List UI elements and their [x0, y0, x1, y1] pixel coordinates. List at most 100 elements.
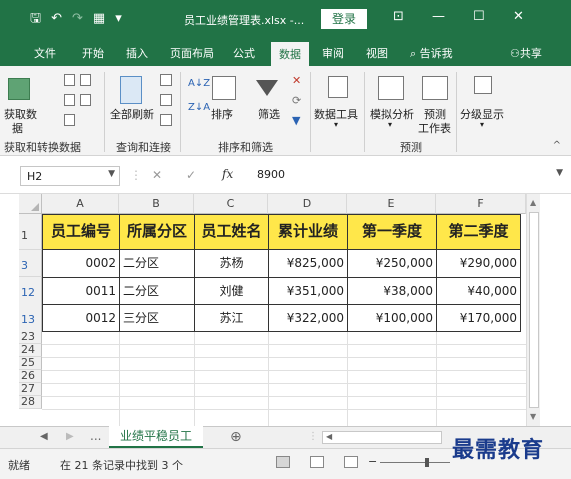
horizontal-scrollbar[interactable]: ◀ — [322, 431, 442, 444]
column-header-f[interactable]: F — [436, 194, 526, 214]
undo-icon[interactable]: ↶ — [51, 12, 62, 25]
chevron-down-icon[interactable]: ▾ — [388, 120, 392, 129]
row-header[interactable]: 3 — [19, 250, 42, 277]
zoom-out-icon[interactable]: − — [368, 455, 377, 468]
scrollbar-thumb[interactable] — [529, 212, 539, 408]
select-all-button[interactable] — [19, 194, 42, 214]
row-header-1[interactable]: 1 — [19, 214, 42, 250]
sheet-tab-active[interactable]: 业绩平稳员工 — [109, 426, 203, 448]
close-button[interactable]: ✕ — [513, 9, 524, 24]
row-header[interactable]: 12 — [19, 277, 42, 305]
table-cell[interactable]: 二分区 — [119, 277, 195, 305]
sort-za-icon[interactable]: Z↓A — [188, 102, 210, 113]
edit-links-icon[interactable] — [160, 114, 172, 126]
filter-button[interactable]: 筛选 — [258, 106, 280, 122]
table-cell[interactable]: 三分区 — [119, 304, 195, 332]
outline-icon[interactable] — [474, 76, 492, 94]
collapse-ribbon-icon[interactable]: ^ — [553, 140, 561, 151]
column-header-c[interactable]: C — [194, 194, 268, 214]
get-data-label-2[interactable]: 据 — [12, 120, 23, 136]
reapply-icon[interactable]: ⟳ — [292, 94, 301, 107]
tab-home[interactable]: 开始 — [82, 45, 104, 61]
vertical-scrollbar[interactable]: ▲ ▼ — [526, 194, 540, 426]
zoom-slider[interactable] — [380, 462, 450, 463]
table-cell[interactable]: 0011 — [42, 277, 120, 305]
scroll-left-icon[interactable]: ◀ — [326, 432, 332, 441]
table-cell[interactable]: ¥170,000 — [436, 304, 521, 332]
expand-formula-bar-icon[interactable]: ▼ — [556, 168, 563, 178]
cancel-icon[interactable]: ✕ — [152, 168, 162, 182]
tab-view[interactable]: 视图 — [366, 45, 388, 61]
properties-icon[interactable] — [160, 94, 172, 106]
existing-connections-icon[interactable] — [64, 114, 75, 126]
forecast-sheet-icon[interactable] — [422, 76, 448, 100]
table-cell[interactable]: ¥250,000 — [347, 249, 437, 278]
from-web-icon[interactable] — [80, 74, 91, 86]
table-cell[interactable]: 刘健 — [194, 277, 269, 305]
sort-icon[interactable] — [212, 76, 236, 100]
what-if-analysis-icon[interactable] — [378, 76, 404, 100]
header-cell-q1[interactable]: 第一季度 — [347, 214, 437, 250]
recent-sources-icon[interactable] — [80, 94, 91, 106]
column-header-b[interactable]: B — [119, 194, 194, 214]
table-cell[interactable]: 0002 — [42, 249, 120, 278]
name-box[interactable]: H2 ▼ — [20, 166, 120, 186]
header-cell-employee-name[interactable]: 员工姓名 — [194, 214, 269, 250]
data-tools-icon[interactable] — [328, 76, 348, 98]
worksheet-grid[interactable]: A B C D E F 1 员工编号 所属分区 员工姓名 累计业绩 第一季度 第… — [0, 194, 571, 426]
header-cell-region[interactable]: 所属分区 — [119, 214, 195, 250]
tab-page-layout[interactable]: 页面布局 — [170, 45, 214, 61]
formula-input[interactable]: 8900 — [257, 168, 285, 181]
tab-review[interactable]: 审阅 — [322, 45, 344, 61]
maximize-button[interactable]: ☐ — [473, 9, 485, 24]
header-cell-employee-id[interactable]: 员工编号 — [42, 214, 120, 250]
normal-view-icon[interactable] — [276, 456, 290, 468]
next-sheet-icon[interactable]: ▶ — [66, 431, 74, 442]
table-cell[interactable]: ¥38,000 — [347, 277, 437, 305]
page-layout-view-icon[interactable] — [310, 456, 324, 468]
table-cell[interactable]: ¥351,000 — [268, 277, 348, 305]
table-cell[interactable]: 苏杨 — [194, 249, 269, 278]
page-break-view-icon[interactable] — [344, 456, 358, 468]
table-cell[interactable]: ¥40,000 — [436, 277, 521, 305]
sort-az-icon[interactable]: A↓Z — [188, 78, 210, 89]
table-cell[interactable]: ¥825,000 — [268, 249, 348, 278]
tab-insert[interactable]: 插入 — [126, 45, 148, 61]
header-cell-total-sales[interactable]: 累计业绩 — [268, 214, 348, 250]
login-button[interactable]: 登录 — [321, 9, 367, 29]
forecast-sheet-button[interactable]: 工作表 — [418, 120, 451, 136]
header-cell-q2[interactable]: 第二季度 — [436, 214, 521, 250]
table-cell[interactable]: 二分区 — [119, 249, 195, 278]
chevron-down-icon[interactable]: ▾ — [334, 120, 338, 129]
get-data-icon[interactable] — [8, 78, 30, 100]
table-cell[interactable]: 0012 — [42, 304, 120, 332]
tab-data[interactable]: 数据 — [271, 42, 309, 66]
from-table-icon[interactable] — [64, 94, 75, 106]
tab-formulas[interactable]: 公式 — [233, 45, 255, 61]
tab-file[interactable]: 文件 — [34, 45, 56, 61]
enter-icon[interactable]: ✓ — [186, 168, 196, 182]
chevron-down-icon[interactable]: ▾ — [480, 120, 484, 129]
refresh-all-icon[interactable] — [120, 76, 142, 104]
open-icon[interactable]: ▦ — [93, 12, 105, 25]
chevron-down-icon[interactable]: ▼ — [108, 169, 115, 179]
more-sheets-button[interactable]: ... — [90, 429, 101, 443]
redo-icon[interactable]: ↷ — [72, 12, 83, 25]
sort-button[interactable]: 排序 — [211, 106, 233, 122]
add-sheet-icon[interactable]: ⊕ — [230, 429, 242, 445]
queries-connections-icon[interactable] — [160, 74, 172, 86]
clear-filter-icon[interactable]: ✕ — [292, 74, 301, 87]
row-header[interactable]: 27 — [19, 383, 42, 396]
row-header[interactable]: 28 — [19, 396, 42, 409]
table-cell[interactable]: ¥322,000 — [268, 304, 348, 332]
refresh-all-button[interactable]: 全部刷新 — [110, 106, 154, 122]
advanced-filter-icon[interactable]: ▼ — [292, 114, 300, 127]
zoom-slider-handle[interactable] — [425, 458, 429, 467]
prev-sheet-icon[interactable]: ◀ — [40, 431, 48, 442]
scroll-down-icon[interactable]: ▼ — [530, 412, 536, 421]
insert-function-icon[interactable]: fx — [222, 167, 233, 181]
table-cell[interactable]: 苏江 — [194, 304, 269, 332]
table-cell[interactable]: ¥100,000 — [347, 304, 437, 332]
customize-qat-icon[interactable]: ▾ — [115, 12, 122, 25]
ribbon-display-options-icon[interactable]: ⊡ — [393, 9, 404, 24]
